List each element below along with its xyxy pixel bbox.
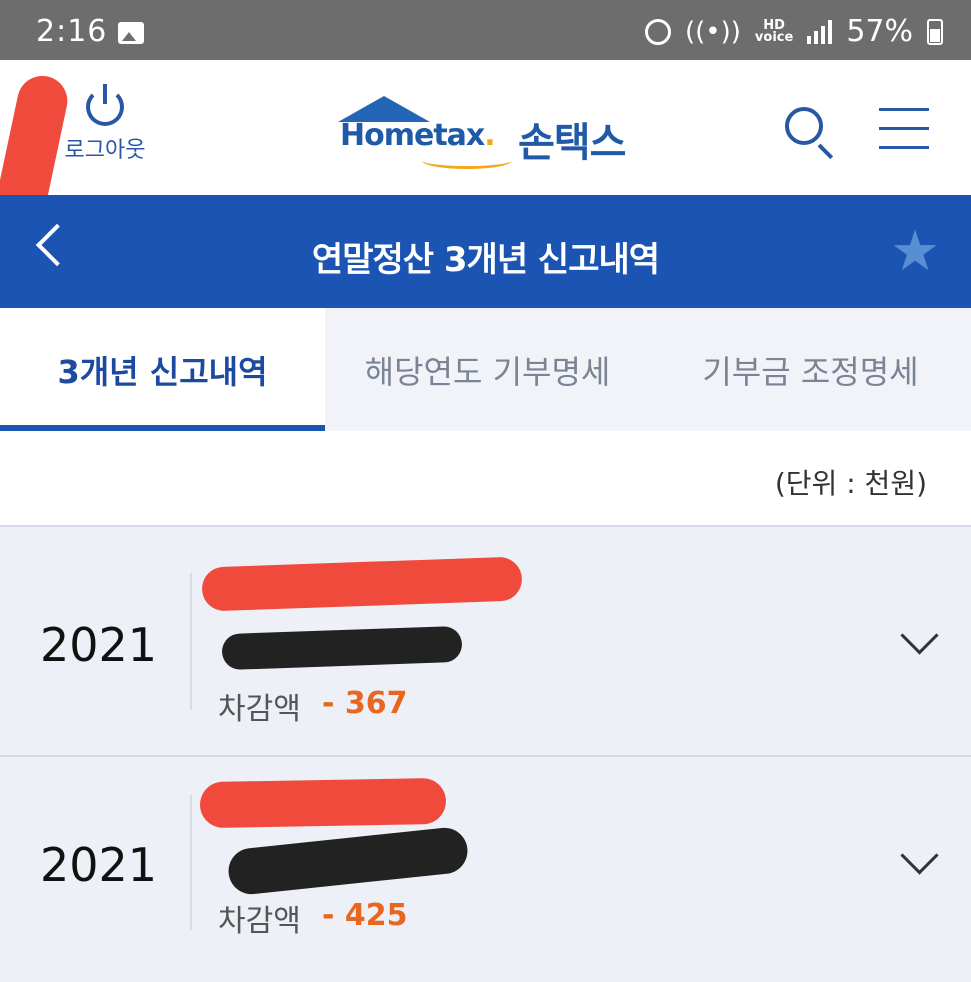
voice-label: voice xyxy=(754,29,794,45)
deduction-value: - 367 xyxy=(322,686,408,721)
tab-donation-adjustment[interactable]: 기부금 조정명세 xyxy=(650,308,971,431)
wifi-icon: ((•)) xyxy=(685,16,741,47)
divider xyxy=(190,573,192,710)
logout-button[interactable]: 로그아웃 xyxy=(60,84,150,164)
logout-label: 로그아웃 xyxy=(64,138,146,163)
redaction-mark xyxy=(199,777,447,829)
signal-icon xyxy=(807,19,833,44)
status-bar: 2:16 ((•)) HD voice 57% xyxy=(0,0,971,60)
logo-brand-text: Hometax xyxy=(340,118,485,153)
deduction-value: - 425 xyxy=(322,898,408,933)
power-icon xyxy=(86,84,124,126)
record-year: 2021 xyxy=(40,838,158,892)
status-icons: ((•)) HD voice 57% xyxy=(645,14,943,49)
divider xyxy=(190,795,192,930)
image-notification-icon xyxy=(118,22,144,44)
page-title: 연말정산 3개년 신고내역 xyxy=(311,240,660,280)
battery-icon xyxy=(927,18,943,45)
favorite-star-icon[interactable]: ★ xyxy=(890,222,940,282)
hd-voice-icon: HD voice xyxy=(754,19,794,45)
battery-percent: 57% xyxy=(846,14,913,49)
deduction-label: 차감액 xyxy=(218,692,301,727)
unit-label: (단위 : 천원) xyxy=(774,467,927,500)
deduction-label: 차감액 xyxy=(218,904,301,939)
record-year: 2021 xyxy=(40,618,158,672)
logo-korean: 손택스 xyxy=(518,120,626,166)
tab-donation-details[interactable]: 해당연도 기부명세 xyxy=(325,308,650,431)
hometax-logo[interactable]: Hometax. 손택스 xyxy=(330,96,650,169)
logo-brand: Hometax. xyxy=(340,118,496,153)
search-icon[interactable] xyxy=(785,107,823,145)
menu-icon[interactable] xyxy=(879,108,929,150)
status-time: 2:16 xyxy=(36,14,108,49)
alarm-icon xyxy=(645,18,671,45)
tab-3year-history[interactable]: 3개년 신고내역 xyxy=(0,308,325,431)
logo-smile-icon xyxy=(422,152,512,169)
tab-bar: 3개년 신고내역 해당연도 기부명세 기부금 조정명세 xyxy=(0,308,971,431)
